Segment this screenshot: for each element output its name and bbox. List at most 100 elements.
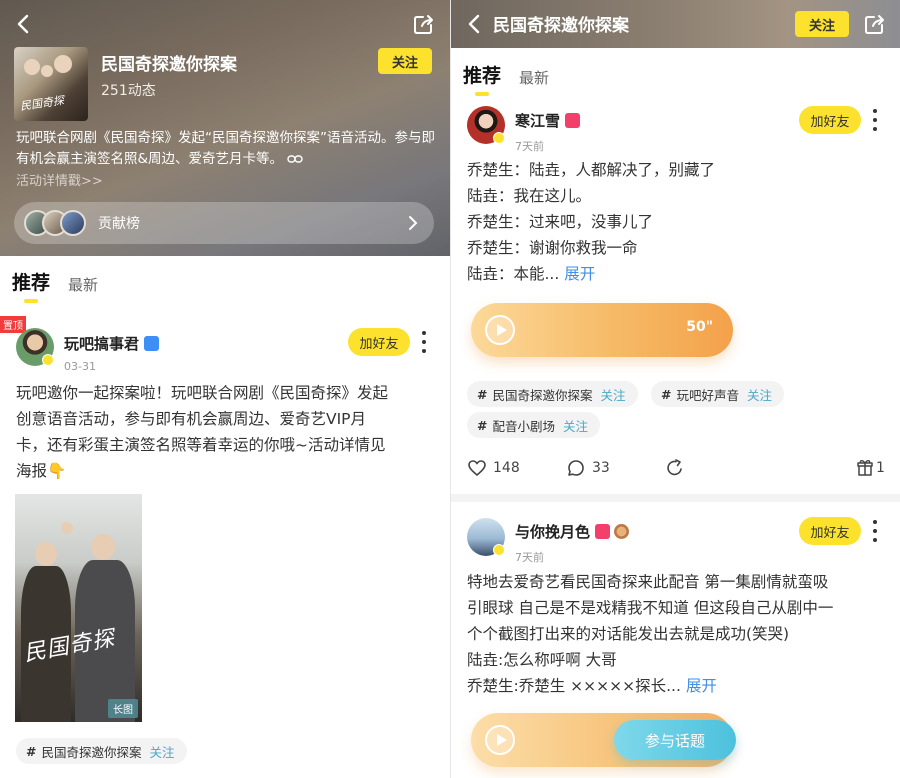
hash-icon: # bbox=[477, 417, 488, 433]
chevron-right-icon bbox=[409, 216, 418, 230]
vip-icon bbox=[595, 524, 611, 539]
share-arrow-icon bbox=[667, 459, 682, 476]
add-friend-button[interactable]: 加好友 bbox=[799, 106, 861, 134]
post-line: 陆垚：本能... 展开 bbox=[467, 261, 715, 287]
tab-recommend[interactable]: 推荐 bbox=[463, 61, 501, 88]
voice-duration: 50" bbox=[686, 319, 713, 335]
add-friend-button[interactable]: 加好友 bbox=[348, 328, 410, 356]
topic-header-collapsed: 民国奇探邀你探案 关注 bbox=[451, 0, 900, 48]
post-line: 个个截图打出来的对话能发出去就是成功(笑哭) bbox=[467, 625, 790, 643]
comment-button[interactable]: 33 bbox=[566, 458, 610, 478]
feed-tabs: 推荐 最新 bbox=[463, 61, 567, 88]
post-line: 创意语音活动，参与即有机会赢周边、爱奇艺VIP月 bbox=[16, 410, 367, 428]
post-author-name: 寒江雪 bbox=[515, 112, 561, 130]
avatar bbox=[60, 210, 86, 236]
more-icon[interactable] bbox=[421, 331, 427, 353]
topic-tag[interactable]: # 民国奇探邀你探案 关注 bbox=[467, 381, 638, 407]
expand-link[interactable]: 展开 bbox=[564, 265, 595, 283]
page-title: 民国奇探邀你探案 bbox=[493, 16, 629, 36]
heart-icon bbox=[468, 460, 486, 476]
add-friend-button[interactable]: 加好友 bbox=[799, 517, 861, 545]
pinned-badge: 置顶 bbox=[0, 316, 26, 333]
post-line: 引眼球 自己是不是戏精我不知道 但这段自己从剧中一 bbox=[467, 599, 834, 617]
post-line: 陆垚:怎么称呼啊 大哥 bbox=[467, 651, 617, 669]
topic-tag-follow[interactable]: 关注 bbox=[563, 416, 588, 435]
like-count: 148 bbox=[493, 460, 520, 476]
post-line: 陆垚：我在这儿。 bbox=[467, 187, 592, 205]
post-author[interactable]: 寒江雪 bbox=[515, 110, 581, 131]
activity-details-link[interactable]: 活动详情戳>> bbox=[16, 170, 103, 189]
more-icon[interactable] bbox=[872, 109, 878, 131]
post-content: 特地去爱奇艺看民国奇探来此配音 第一集剧情就蛮吸 引眼球 自己是不是戏精我不知道… bbox=[467, 569, 833, 699]
post-line: 乔楚生：谢谢你救我一命 bbox=[467, 239, 638, 257]
post-author[interactable]: 与你挽月色 bbox=[515, 521, 630, 542]
post-author-name: 与你挽月色 bbox=[515, 523, 591, 541]
post-time: 7天前 bbox=[515, 551, 544, 564]
follow-topic-button[interactable]: 关注 bbox=[795, 11, 849, 37]
hash-icon: # bbox=[661, 386, 672, 402]
post-last-line: 陆垚：本能... bbox=[467, 265, 560, 283]
topic-tag-name: 民国奇探邀你探案 bbox=[492, 387, 593, 403]
post-line: 海报👇 bbox=[16, 462, 67, 480]
hash-icon: # bbox=[477, 386, 488, 402]
contribution-ranking-bar[interactable]: 贡献榜 bbox=[14, 202, 434, 244]
section-divider bbox=[451, 494, 900, 502]
like-button[interactable]: 148 bbox=[467, 458, 520, 478]
gift-button[interactable]: 1 bbox=[856, 458, 885, 478]
post-line: 玩吧邀你一起探案啦！玩吧联合网剧《民国奇探》发起 bbox=[16, 384, 389, 402]
topic-description-text: 玩吧联合网剧《民国奇探》发起“民国奇探邀你探案”语音活动。参与即有机会赢主演签名… bbox=[16, 130, 435, 167]
back-icon[interactable] bbox=[463, 12, 487, 36]
user-level-icon bbox=[493, 132, 505, 144]
tab-recommend[interactable]: 推荐 bbox=[12, 268, 50, 295]
long-image-badge: 长图 bbox=[108, 699, 138, 718]
comment-count: 33 bbox=[592, 460, 610, 476]
post-content: 乔楚生：陆垚，人都解决了，别藏了 陆垚：我在这儿。 乔楚生：过来吧，没事儿了 乔… bbox=[467, 157, 715, 287]
tab-latest[interactable]: 最新 bbox=[68, 274, 98, 295]
post-line: 乔楚生：陆垚，人都解决了，别藏了 bbox=[467, 161, 716, 179]
user-level-icon bbox=[493, 544, 505, 556]
post-content: 玩吧邀你一起探案啦！玩吧联合网剧《民国奇探》发起 创意语音活动，参与即有机会赢周… bbox=[16, 380, 388, 484]
share-icon[interactable] bbox=[863, 12, 887, 36]
topic-header: 民国奇探 民国奇探邀你探案 251动态 关注 玩吧联合网剧《民国奇探》发起“民国… bbox=[0, 0, 450, 256]
voice-player[interactable]: 50" bbox=[471, 303, 733, 357]
post-author[interactable]: 玩吧搞事君 bbox=[64, 333, 160, 354]
link-icon[interactable] bbox=[287, 154, 303, 164]
hash-icon: # bbox=[26, 743, 37, 759]
post-time: 7天前 bbox=[515, 140, 544, 153]
play-icon[interactable] bbox=[485, 725, 515, 755]
event-poster-image[interactable]: 民国奇探 长图 bbox=[15, 494, 142, 722]
right-screen: 民国奇探邀你探案 关注 推荐 最新 寒江雪 7天前 加好友 乔楚生：陆垚，人都解… bbox=[450, 0, 900, 778]
post-line: 卡，还有彩蛋主演签名照等着幸运的你哦~活动详情见 bbox=[16, 436, 386, 454]
topic-title: 民国奇探邀你探案 bbox=[101, 55, 237, 75]
topic-tag[interactable]: # 配音小剧场 关注 bbox=[467, 412, 601, 438]
join-topic-button[interactable]: 参与话题 bbox=[614, 720, 736, 760]
share-post-button[interactable] bbox=[665, 458, 691, 478]
post-author-name: 玩吧搞事君 bbox=[64, 335, 140, 353]
follow-topic-button[interactable]: 关注 bbox=[378, 48, 432, 74]
back-icon[interactable] bbox=[12, 12, 36, 36]
topic-tag-name: 玩吧好声音 bbox=[676, 387, 739, 403]
contributor-avatars bbox=[24, 210, 86, 236]
post-line: 特地去爱奇艺看民国奇探来此配音 第一集剧情就蛮吸 bbox=[467, 573, 829, 591]
topic-tag[interactable]: # 民国奇探邀你探案 关注 bbox=[16, 738, 187, 764]
topic-post-count: 251动态 bbox=[101, 83, 156, 99]
expand-link[interactable]: 展开 bbox=[686, 677, 717, 695]
topic-tag-follow[interactable]: 关注 bbox=[150, 742, 175, 761]
play-icon[interactable] bbox=[485, 315, 515, 345]
share-icon[interactable] bbox=[412, 12, 436, 36]
left-screen: 民国奇探 民国奇探邀你探案 251动态 关注 玩吧联合网剧《民国奇探》发起“民国… bbox=[0, 0, 450, 778]
topic-tag-follow[interactable]: 关注 bbox=[601, 385, 626, 404]
user-level-icon bbox=[42, 354, 54, 366]
verified-icon bbox=[144, 336, 160, 351]
contribution-ranking-label: 贡献榜 bbox=[98, 216, 140, 232]
topic-tag-follow[interactable]: 关注 bbox=[747, 385, 772, 404]
medal-icon bbox=[614, 524, 630, 539]
post-line: 乔楚生：过来吧，没事儿了 bbox=[467, 213, 654, 231]
gift-icon bbox=[857, 460, 873, 476]
topic-cover-image: 民国奇探 bbox=[14, 47, 88, 121]
tab-latest[interactable]: 最新 bbox=[519, 67, 549, 88]
feed-tabs: 推荐 最新 bbox=[12, 268, 116, 295]
topic-tag[interactable]: # 玩吧好声音 关注 bbox=[651, 381, 785, 407]
post-last-line: 乔楚生:乔楚生 ×××××探长... bbox=[467, 677, 681, 695]
more-icon[interactable] bbox=[872, 520, 878, 542]
